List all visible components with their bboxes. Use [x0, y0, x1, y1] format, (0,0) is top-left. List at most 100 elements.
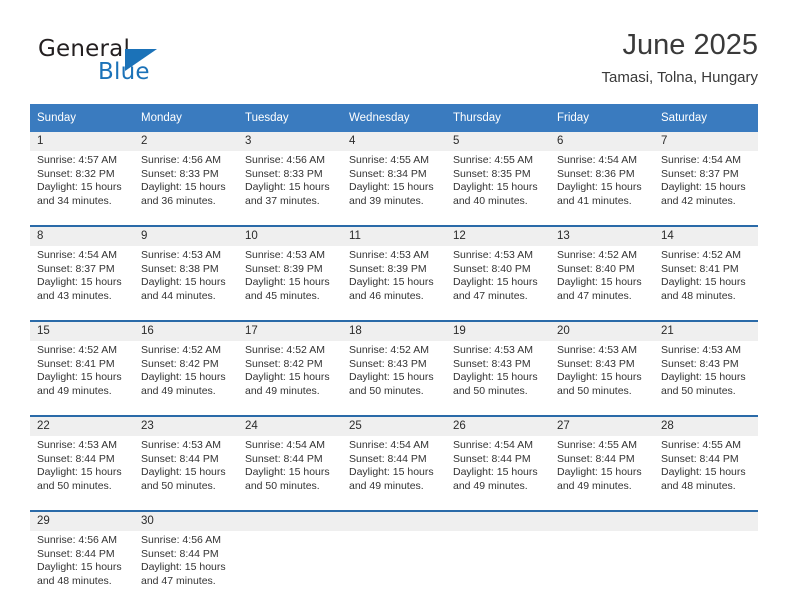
weekday-header-saturday: Saturday	[654, 104, 758, 132]
day-number[interactable]: 12	[446, 225, 550, 246]
day-cell[interactable]: Sunrise: 4:56 AM Sunset: 8:44 PM Dayligh…	[134, 531, 238, 605]
day-cell[interactable]: Sunrise: 4:53 AM Sunset: 8:44 PM Dayligh…	[30, 436, 134, 511]
day-number[interactable]: 22	[30, 415, 134, 436]
daylight-text-line1: Daylight: 15 hours	[453, 371, 538, 384]
brand-name-blue: Blue	[98, 59, 150, 85]
day-number[interactable]: 10	[238, 225, 342, 246]
daylight-text-line2: and 50 minutes.	[141, 479, 216, 492]
day-cell[interactable]: Sunrise: 4:56 AM Sunset: 8:33 PM Dayligh…	[134, 151, 238, 226]
day-number[interactable]: 7	[654, 132, 758, 151]
day-number[interactable]: 27	[550, 415, 654, 436]
day-cell[interactable]: Sunrise: 4:52 AM Sunset: 8:41 PM Dayligh…	[654, 246, 758, 321]
day-cell[interactable]: Sunrise: 4:53 AM Sunset: 8:40 PM Dayligh…	[446, 246, 550, 321]
day-cell[interactable]: Sunrise: 4:55 AM Sunset: 8:34 PM Dayligh…	[342, 151, 446, 226]
sunset-text: Sunset: 8:44 PM	[349, 452, 427, 465]
day-number[interactable]: 9	[134, 225, 238, 246]
day-cell[interactable]: Sunrise: 4:53 AM Sunset: 8:43 PM Dayligh…	[550, 341, 654, 416]
sunrise-text: Sunrise: 4:56 AM	[141, 534, 221, 546]
page-header: General Blue June 2025 Tamasi, Tolna, Hu…	[30, 28, 758, 98]
sunset-text: Sunset: 8:44 PM	[557, 452, 635, 465]
sunrise-text: Sunrise: 4:52 AM	[349, 344, 429, 356]
day-cell[interactable]: Sunrise: 4:53 AM Sunset: 8:44 PM Dayligh…	[134, 436, 238, 511]
daylight-text-line1: Daylight: 15 hours	[245, 371, 330, 384]
sunrise-text: Sunrise: 4:55 AM	[557, 439, 637, 451]
day-number[interactable]: 20	[550, 320, 654, 341]
day-number[interactable]: 26	[446, 415, 550, 436]
day-number[interactable]: 3	[238, 132, 342, 151]
daylight-text-line1: Daylight: 15 hours	[453, 276, 538, 289]
day-cell[interactable]: Sunrise: 4:54 AM Sunset: 8:37 PM Dayligh…	[30, 246, 134, 321]
calendar-page: General Blue June 2025 Tamasi, Tolna, Hu…	[0, 0, 792, 612]
day-number[interactable]: 2	[134, 132, 238, 151]
day-number[interactable]: 17	[238, 320, 342, 341]
day-cell[interactable]: Sunrise: 4:56 AM Sunset: 8:33 PM Dayligh…	[238, 151, 342, 226]
day-cell[interactable]: Sunrise: 4:52 AM Sunset: 8:41 PM Dayligh…	[30, 341, 134, 416]
day-number[interactable]: 4	[342, 132, 446, 151]
day-cell[interactable]: Sunrise: 4:54 AM Sunset: 8:36 PM Dayligh…	[550, 151, 654, 226]
day-number[interactable]: 11	[342, 225, 446, 246]
day-cell[interactable]: Sunrise: 4:53 AM Sunset: 8:39 PM Dayligh…	[238, 246, 342, 321]
daylight-text-line1: Daylight: 15 hours	[37, 276, 122, 289]
day-number[interactable]: 21	[654, 320, 758, 341]
day-cell[interactable]: Sunrise: 4:56 AM Sunset: 8:44 PM Dayligh…	[30, 531, 134, 605]
daylight-text-line1: Daylight: 15 hours	[557, 276, 642, 289]
daylight-text-line1: Daylight: 15 hours	[141, 466, 226, 479]
day-cell[interactable]: Sunrise: 4:54 AM Sunset: 8:37 PM Dayligh…	[654, 151, 758, 226]
day-number[interactable]: 14	[654, 225, 758, 246]
calendar-container: Sunday Monday Tuesday Wednesday Thursday…	[30, 104, 758, 605]
day-cell[interactable]: Sunrise: 4:53 AM Sunset: 8:43 PM Dayligh…	[654, 341, 758, 416]
day-cell[interactable]: Sunrise: 4:54 AM Sunset: 8:44 PM Dayligh…	[238, 436, 342, 511]
general-blue-logo[interactable]: General Blue	[38, 36, 238, 94]
day-cell[interactable]: Sunrise: 4:54 AM Sunset: 8:44 PM Dayligh…	[342, 436, 446, 511]
day-cell[interactable]: Sunrise: 4:52 AM Sunset: 8:43 PM Dayligh…	[342, 341, 446, 416]
sunrise-text: Sunrise: 4:53 AM	[349, 249, 429, 261]
day-cell[interactable]: Sunrise: 4:53 AM Sunset: 8:43 PM Dayligh…	[446, 341, 550, 416]
day-cell[interactable]: Sunrise: 4:55 AM Sunset: 8:44 PM Dayligh…	[654, 436, 758, 511]
sunset-text: Sunset: 8:32 PM	[37, 167, 115, 180]
day-number[interactable]: 23	[134, 415, 238, 436]
day-number[interactable]: 1	[30, 132, 134, 151]
day-number[interactable]: 15	[30, 320, 134, 341]
day-number[interactable]: 25	[342, 415, 446, 436]
day-cell[interactable]: Sunrise: 4:52 AM Sunset: 8:40 PM Dayligh…	[550, 246, 654, 321]
day-number[interactable]: 19	[446, 320, 550, 341]
day-number-empty	[654, 510, 758, 531]
sunset-text: Sunset: 8:40 PM	[557, 262, 635, 275]
day-cell[interactable]: Sunrise: 4:53 AM Sunset: 8:38 PM Dayligh…	[134, 246, 238, 321]
day-cell[interactable]: Sunrise: 4:57 AM Sunset: 8:32 PM Dayligh…	[30, 151, 134, 226]
daylight-text-line1: Daylight: 15 hours	[141, 371, 226, 384]
day-number[interactable]: 30	[134, 510, 238, 531]
daylight-text-line1: Daylight: 15 hours	[453, 181, 538, 194]
weekday-header-sunday: Sunday	[30, 104, 134, 132]
calendar-body: 1 2 3 4 5 6 7 Sunrise: 4:57 AM Sunset: 8…	[30, 132, 758, 605]
day-cell[interactable]: Sunrise: 4:53 AM Sunset: 8:39 PM Dayligh…	[342, 246, 446, 321]
sunrise-text: Sunrise: 4:56 AM	[37, 534, 117, 546]
day-cell-empty	[550, 531, 654, 605]
day-number[interactable]: 8	[30, 225, 134, 246]
day-number[interactable]: 13	[550, 225, 654, 246]
weekday-header-friday: Friday	[550, 104, 654, 132]
day-number[interactable]: 5	[446, 132, 550, 151]
day-cell[interactable]: Sunrise: 4:55 AM Sunset: 8:35 PM Dayligh…	[446, 151, 550, 226]
daylight-text-line2: and 49 minutes.	[557, 479, 632, 492]
day-cell[interactable]: Sunrise: 4:52 AM Sunset: 8:42 PM Dayligh…	[238, 341, 342, 416]
daylight-text-line2: and 45 minutes.	[245, 289, 320, 302]
day-cell[interactable]: Sunrise: 4:55 AM Sunset: 8:44 PM Dayligh…	[550, 436, 654, 511]
day-number[interactable]: 6	[550, 132, 654, 151]
daylight-text-line1: Daylight: 15 hours	[557, 181, 642, 194]
day-number[interactable]: 28	[654, 415, 758, 436]
sunset-text: Sunset: 8:44 PM	[141, 547, 219, 560]
sunrise-text: Sunrise: 4:57 AM	[37, 154, 117, 166]
day-number[interactable]: 16	[134, 320, 238, 341]
day-number[interactable]: 24	[238, 415, 342, 436]
day-number[interactable]: 18	[342, 320, 446, 341]
sunrise-text: Sunrise: 4:52 AM	[557, 249, 637, 261]
day-number[interactable]: 29	[30, 510, 134, 531]
daylight-text-line2: and 49 minutes.	[245, 384, 320, 397]
sunset-text: Sunset: 8:39 PM	[245, 262, 323, 275]
day-cell[interactable]: Sunrise: 4:54 AM Sunset: 8:44 PM Dayligh…	[446, 436, 550, 511]
calendar-weekday-header: Sunday Monday Tuesday Wednesday Thursday…	[30, 104, 758, 132]
daylight-text-line1: Daylight: 15 hours	[245, 181, 330, 194]
sunset-text: Sunset: 8:43 PM	[557, 357, 635, 370]
day-cell[interactable]: Sunrise: 4:52 AM Sunset: 8:42 PM Dayligh…	[134, 341, 238, 416]
